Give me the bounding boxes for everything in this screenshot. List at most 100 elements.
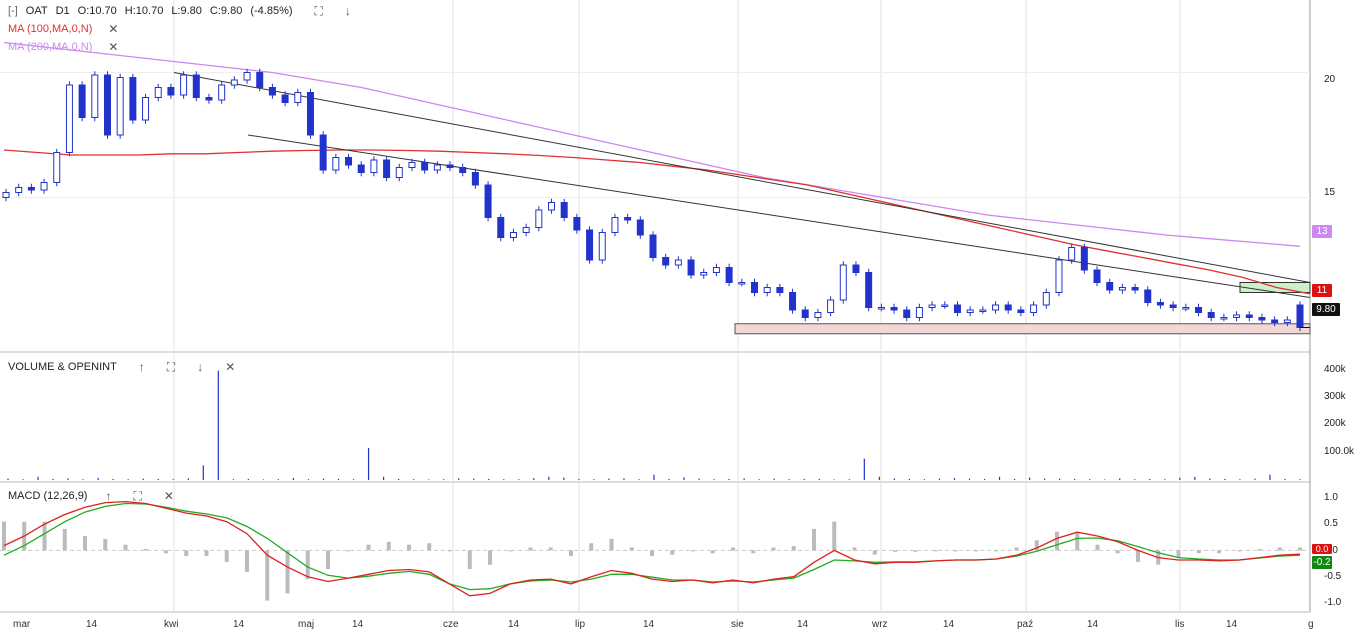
collapse-icon[interactable]: [-] bbox=[8, 4, 18, 18]
x-tick-label: lip bbox=[575, 619, 586, 630]
macd-histogram-bar bbox=[184, 550, 189, 557]
symbol-label[interactable]: OAT bbox=[26, 4, 48, 18]
macd-histogram-bar bbox=[670, 550, 675, 555]
x-tick-label: paź bbox=[1017, 619, 1034, 630]
macd-histogram-bar bbox=[386, 541, 391, 551]
x-tick-label: g bbox=[1308, 619, 1314, 630]
macd-tick-label: 0.5 bbox=[1324, 518, 1338, 529]
macd-histogram-bar bbox=[62, 528, 67, 551]
arrow-down-icon[interactable]: ↓ bbox=[197, 360, 203, 374]
candle bbox=[180, 74, 188, 96]
candle bbox=[953, 304, 961, 313]
candle bbox=[903, 309, 911, 318]
macd-histogram-bar bbox=[326, 550, 330, 570]
candle bbox=[662, 257, 670, 266]
candle bbox=[471, 172, 479, 186]
macd-badge: -0.2 bbox=[1312, 556, 1332, 569]
interval-label: D1 bbox=[55, 5, 70, 17]
candle bbox=[1207, 312, 1215, 318]
candle bbox=[103, 74, 111, 136]
candle bbox=[1233, 314, 1241, 318]
close-icon[interactable]: ✕ bbox=[225, 360, 235, 374]
ma100-line bbox=[3, 149, 1311, 295]
candle bbox=[167, 87, 175, 96]
candle bbox=[446, 164, 454, 168]
macd-histogram-bar bbox=[407, 544, 411, 551]
arrow-up-icon[interactable]: ↑ bbox=[139, 360, 145, 374]
candle bbox=[649, 234, 657, 258]
macd-histogram-bar bbox=[994, 550, 999, 552]
trendline bbox=[173, 72, 1311, 283]
macd-histogram-bar bbox=[974, 550, 978, 552]
fullscreen-icon[interactable]: ⛶ bbox=[315, 4, 323, 18]
x-tick-label: 14 bbox=[1226, 619, 1238, 630]
arrow-up-icon[interactable]: ↑ bbox=[105, 489, 111, 503]
candle bbox=[573, 217, 581, 231]
price-header: [-] OAT D1 O:10.70 H:10.70 L:9.80 C:9.80… bbox=[8, 4, 351, 18]
candle bbox=[598, 232, 606, 261]
ma200-line bbox=[3, 41, 1301, 247]
candle bbox=[1296, 304, 1304, 328]
volume-tick-label: 300k bbox=[1324, 391, 1346, 402]
macd-histogram-bar bbox=[589, 543, 594, 551]
x-tick-label: 14 bbox=[508, 619, 520, 630]
candle bbox=[433, 164, 441, 171]
macd-header: MACD (12,26,9) ↑ ⛶ ✕ bbox=[8, 489, 174, 503]
candle bbox=[205, 97, 213, 101]
candle bbox=[497, 217, 505, 238]
candle bbox=[2, 192, 10, 198]
candle bbox=[1106, 282, 1114, 291]
ma200-badge: 13 bbox=[1312, 225, 1332, 238]
close-icon[interactable]: ✕ bbox=[164, 489, 174, 503]
candle bbox=[256, 72, 264, 88]
candle bbox=[522, 227, 530, 233]
close-icon[interactable]: ✕ bbox=[108, 40, 118, 54]
support-zone bbox=[734, 323, 1311, 335]
signal-badge: 0.0 bbox=[1312, 544, 1332, 554]
fullscreen-icon[interactable]: ⛶ bbox=[133, 489, 141, 503]
macd-histogram-bar bbox=[346, 550, 351, 552]
candle bbox=[877, 307, 885, 310]
candle bbox=[890, 307, 898, 311]
x-tick-label: 14 bbox=[643, 619, 655, 630]
fullscreen-icon[interactable]: ⛶ bbox=[167, 360, 175, 374]
x-tick-label: kwi bbox=[164, 619, 179, 630]
macd-histogram-bar bbox=[933, 550, 938, 552]
candle bbox=[1093, 269, 1101, 283]
candle bbox=[27, 187, 35, 191]
chart-canvas[interactable] bbox=[0, 0, 1366, 640]
candle bbox=[789, 292, 797, 311]
macd-histogram-bar bbox=[1115, 550, 1120, 554]
ma200-legend: MA (200,MA,0,N) ✕ bbox=[8, 40, 118, 54]
candle bbox=[319, 134, 327, 171]
macd-histogram-bar bbox=[143, 548, 148, 551]
close-icon[interactable]: ✕ bbox=[108, 22, 118, 36]
candle bbox=[548, 202, 556, 211]
macd-histogram-bar bbox=[710, 550, 715, 554]
candle bbox=[712, 267, 720, 273]
close-value: C:9.80 bbox=[209, 5, 243, 17]
macd-histogram-bar bbox=[1277, 547, 1282, 551]
macd-histogram-bar bbox=[1257, 548, 1262, 551]
candle bbox=[674, 259, 682, 266]
candle bbox=[408, 162, 416, 168]
macd-histogram-bar bbox=[204, 550, 209, 557]
arrow-down-icon[interactable]: ↓ bbox=[345, 4, 351, 18]
candle bbox=[1182, 307, 1190, 310]
volume-header: VOLUME & OPENINT ↑ ⛶ ↓ ✕ bbox=[8, 360, 235, 374]
candle bbox=[129, 77, 137, 121]
x-tick-label: 14 bbox=[86, 619, 98, 630]
macd-histogram-bar bbox=[872, 550, 877, 555]
macd-histogram-bar bbox=[1136, 550, 1140, 562]
macd-histogram-bar bbox=[1217, 550, 1221, 554]
macd-histogram-bar bbox=[953, 550, 958, 552]
change-value: (-4.85%) bbox=[250, 5, 293, 17]
volume-tick-label: 200k bbox=[1324, 418, 1346, 429]
x-tick-label: lis bbox=[1175, 619, 1185, 630]
macd-histogram-bar bbox=[467, 550, 472, 570]
candle bbox=[535, 209, 543, 228]
candle bbox=[370, 159, 378, 173]
candle bbox=[763, 287, 771, 293]
candle bbox=[979, 309, 987, 312]
x-tick-label: sie bbox=[731, 619, 744, 630]
